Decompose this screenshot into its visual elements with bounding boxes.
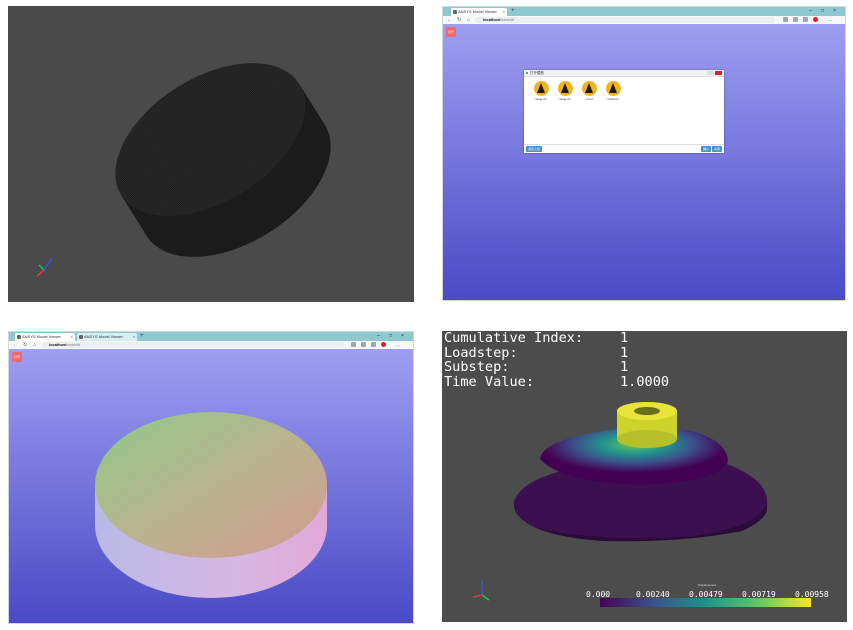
file-name: large.rst — [559, 97, 571, 101]
dialog-title: 打开模型 — [530, 71, 544, 75]
collections-icon[interactable] — [803, 17, 808, 22]
open-model-dialog: 打开模型 large.rst large.rst ori.rst small.r… — [524, 70, 724, 153]
new-tab-button[interactable]: + — [140, 332, 144, 341]
model-viewport[interactable]: 打开 打开模型 large.rst large.rst ori.rst smal… — [443, 24, 845, 300]
browser-tab-2-title: ANSYS Model Viewer — [84, 334, 123, 339]
time-value-label: Time Value: — [444, 373, 535, 390]
home-icon[interactable]: ⌂ — [467, 16, 470, 24]
back-arrow-icon[interactable]: ← — [447, 16, 452, 24]
browser-window-open-dialog: ANSYS Model Viewer × + – □ × ← ↻ ⌂ local… — [442, 6, 846, 301]
go-up-button[interactable]: 返回上级 — [526, 146, 542, 152]
new-tab-button[interactable]: + — [511, 7, 515, 16]
axes-triad-icon — [36, 257, 53, 277]
colorbar-title: Displacement — [698, 583, 717, 587]
file-item[interactable]: ori.rst — [580, 81, 598, 101]
browser-tab-title: ANSYS Model Viewer — [458, 9, 497, 14]
page-favicon-icon — [79, 335, 83, 339]
ansys-logo-icon — [581, 81, 597, 96]
wireframe-viewport[interactable] — [8, 6, 414, 302]
url-path: :xxxx/#/ — [66, 342, 81, 347]
more-menu-icon[interactable]: … — [827, 16, 832, 24]
shaded-cylinder-render — [95, 412, 327, 598]
cumulative-index-label: Cumulative Index: — [444, 331, 584, 346]
close-window-button[interactable]: × — [833, 7, 836, 16]
minimize-window-button[interactable]: – — [377, 332, 380, 341]
close-tab-icon[interactable]: × — [71, 333, 73, 341]
favorite-star-icon[interactable] — [351, 342, 356, 347]
ansys-logo-icon — [605, 81, 621, 96]
axes-triad-icon — [472, 581, 490, 601]
file-name: large.rst — [535, 97, 547, 101]
result-info-overlay: Cumulative Index: 1 Loadstep: 1 Substep: 1 … — [444, 331, 669, 389]
browser-window-model-view: ANSYS Model Viewer × ANSYS Model Viewer … — [8, 331, 414, 624]
split-screen-icon[interactable] — [793, 17, 798, 22]
reload-icon[interactable]: ↻ — [457, 16, 461, 24]
page-favicon-icon — [453, 10, 457, 14]
page-favicon-icon — [17, 335, 21, 339]
confirm-button[interactable]: 确认 — [701, 146, 711, 152]
close-window-button[interactable]: × — [401, 332, 404, 341]
file-item[interactable]: large.rst — [532, 81, 550, 101]
minimize-window-button[interactable]: – — [809, 7, 812, 16]
dialog-header: 打开模型 — [524, 70, 724, 77]
url-host: localhost — [49, 342, 67, 347]
colorbar — [600, 598, 811, 607]
wireframe-mesh-render — [36, 63, 331, 277]
address-input[interactable]: localhost:xxxx/#/ — [475, 17, 775, 23]
dialog-close-button[interactable] — [715, 71, 722, 75]
time-value-value: 1.0000 — [620, 373, 670, 390]
browser-tab-title: ANSYS Model Viewer — [22, 334, 61, 339]
browser-tab[interactable]: ANSYS Model Viewer × — [451, 8, 507, 16]
more-menu-icon[interactable]: … — [395, 341, 400, 349]
profile-heart-icon[interactable] — [381, 342, 386, 347]
browser-tab-2[interactable]: ANSYS Model Viewer × — [77, 333, 137, 341]
collections-icon[interactable] — [371, 342, 376, 347]
substep-value: 1 — [620, 359, 629, 376]
split-screen-icon[interactable] — [361, 342, 366, 347]
browser-tab-bar: ANSYS Model Viewer × ANSYS Model Viewer … — [9, 332, 413, 341]
url-path: :xxxx/#/ — [500, 17, 515, 22]
file-item[interactable]: large.rst — [556, 81, 574, 101]
browser-tab-bar: ANSYS Model Viewer × + – □ × — [443, 7, 845, 16]
close-tab-icon[interactable]: × — [503, 8, 505, 16]
home-icon[interactable]: ⌂ — [33, 341, 36, 349]
model-viewport[interactable]: 打开 — [9, 349, 413, 623]
open-model-button[interactable]: 打开 — [446, 27, 456, 37]
dialog-minimize-button[interactable] — [707, 71, 714, 75]
dialog-status-dot-icon — [526, 72, 528, 74]
close-tab-icon[interactable]: × — [133, 333, 135, 341]
reload-icon[interactable]: ↻ — [23, 341, 27, 349]
maximize-window-button[interactable]: □ — [821, 7, 824, 16]
browser-tab[interactable]: ANSYS Model Viewer × — [15, 333, 75, 341]
substep-label: Substep: — [444, 359, 510, 376]
favorite-star-icon[interactable] — [783, 17, 788, 22]
address-input[interactable]: localhost:xxxx/#/ — [41, 342, 345, 348]
file-item[interactable]: small.rst — [604, 81, 622, 101]
ansys-logo-icon — [557, 81, 573, 96]
dialog-footer: 返回上级 确认 关闭 — [524, 144, 724, 153]
loadstep-label: Loadstep: — [444, 344, 518, 361]
ansys-logo-icon — [533, 81, 549, 96]
maximize-window-button[interactable]: □ — [389, 332, 392, 341]
result-plot-viewport[interactable]: Cumulative Index: 1 Loadstep: 1 Substep: 1 … — [442, 331, 847, 622]
cumulative-index-value: 1 — [620, 331, 629, 346]
file-name: ori.rst — [585, 97, 593, 101]
back-arrow-icon[interactable]: ← — [13, 341, 18, 349]
url-host: localhost — [483, 17, 501, 22]
file-name: small.rst — [607, 97, 619, 101]
profile-heart-icon[interactable] — [813, 17, 818, 22]
cancel-button[interactable]: 关闭 — [712, 146, 722, 152]
file-list: large.rst large.rst ori.rst small.rst — [532, 81, 622, 101]
loadstep-value: 1 — [620, 344, 629, 361]
